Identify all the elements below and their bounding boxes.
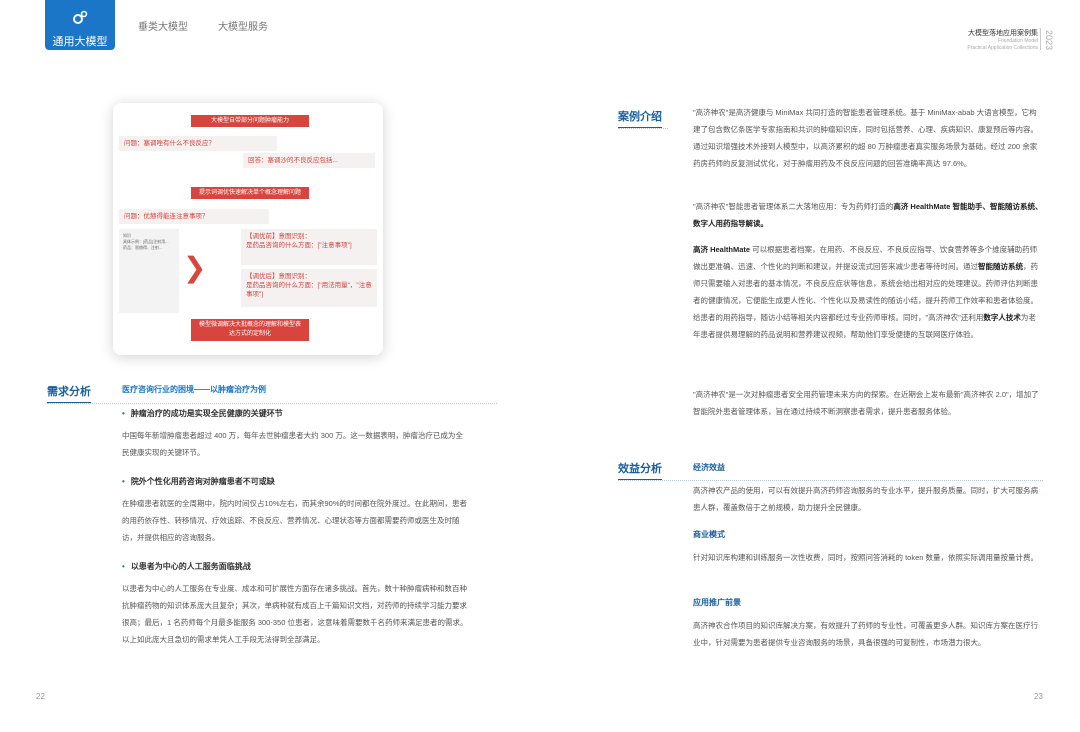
figure-red-banner-1: 大模型自带部分问题肿瘤能力 <box>191 115 309 127</box>
economic-benefit-text: 高济神农产品的使用，可以有效提升高济药师咨询服务的专业水平，提升服务质量。同时，… <box>693 486 1038 512</box>
bullet-3: 以患者为中心的人工服务面临挑战 <box>122 561 251 572</box>
section-demand-analysis: 需求分析 <box>47 383 91 403</box>
case-paragraph-4: "高济神农"是一次对肿瘤患者安全用药管理未来方向的探索。在近期会上发布最新"高济… <box>693 390 1039 416</box>
header-title-en-1: Foundation Model <box>997 38 1038 44</box>
divider <box>618 128 668 129</box>
figure-red-banner-2: 提示词调优快速解决单个概念理解问题 <box>191 187 309 199</box>
section-case-intro: 案例介绍 <box>618 108 662 128</box>
gear-icon <box>73 10 88 24</box>
chevron-right-icon: ❯ <box>183 252 207 283</box>
paragraph-1: 中国每年新增肿瘤患者超过 400 万，每年去世肿瘤患者大约 300 万。这一数据… <box>122 431 463 457</box>
header-year: 2023 <box>1040 28 1054 50</box>
header-title-en-2: Practical Application Collections <box>967 45 1038 51</box>
figure-red-banner-3: 模型微调解决大批概念的理解和模型表 达方式的定制化 <box>191 319 309 341</box>
tab-general-model[interactable]: 通用大模型 <box>45 0 115 50</box>
bullet-2: 院外个性化用药咨询对肿瘤患者不可或缺 <box>122 476 275 487</box>
page-number-left: 22 <box>36 692 45 701</box>
paragraph-2: 在肿瘤患者就医的全周期中，院内时间仅占10%左右，而其余90%的时间都在院外度过… <box>122 499 468 542</box>
figure-question-1: 问题：塞调唑有什么不良反应？ <box>119 136 277 151</box>
promotion-prospect-title: 应用推广前景 <box>693 598 741 607</box>
case-paragraph-1: "高济神农"是高济健康与 MiniMax 共同打造的智能患者管理系统。基于 Mi… <box>693 108 1038 168</box>
page-number-right: 23 <box>1034 692 1043 701</box>
economic-benefit-title: 经济效益 <box>693 463 725 472</box>
section-benefit-analysis: 效益分析 <box>618 460 662 480</box>
tab-model-service[interactable]: 大模型服务 <box>218 18 268 33</box>
left-subtitle: 医疗咨询行业的困境——以肿瘤治疗为例 <box>122 385 266 394</box>
tab-vertical-model[interactable]: 垂类大模型 <box>138 18 188 33</box>
divider <box>618 480 1043 481</box>
figure-question-2: 问题：优赫得能连注意事项？ <box>119 209 269 224</box>
figure-knowledge-snippet: 知识 具体示例：[药品]注射用... 药品：恩赫得、注射... <box>119 229 179 313</box>
header-title-block: 大模型落地应用案例集 Foundation Model Practical Ap… <box>967 28 1054 52</box>
case-paragraph-3: 高济 HealthMate 可以根据患者档案，在用药、不良反应、不良反应指导、饮… <box>693 245 1038 339</box>
header-title-cn: 大模型落地应用案例集 <box>968 30 1038 37</box>
divider <box>47 403 497 404</box>
business-model-text: 针对知识库构建和训练服务一次性收费，同时，按照问答消耗的 token 数量，依照… <box>693 553 1039 562</box>
tab-general-model-label: 通用大模型 <box>52 36 108 48</box>
bullet-1: 肿瘤治疗的成功是实现全民健康的关键环节 <box>122 408 283 419</box>
promotion-prospect-text: 高济神农合作项目的知识库解决方案，有效提升了药师的专业性，可覆盖更多人群。知识库… <box>693 621 1038 647</box>
figure-before-tuning: 【调优前】意图识别： 是药品咨询的什么方面：["注意事项"] <box>241 229 377 265</box>
figure-card: 大模型自带部分问题肿瘤能力 问题：塞调唑有什么不良反应？ 回答：塞调沙的不良反应… <box>113 103 383 355</box>
case-paragraph-2: "高济神农"智能患者管理体系二大落地应用：专为药师打造的高济 HealthMat… <box>693 202 1043 228</box>
paragraph-3: 以患者为中心的人工服务在专业度、成本和可扩展性方面存在诸多挑战。首先，数十种肿瘤… <box>122 584 468 644</box>
figure-answer-1: 回答：塞调沙的不良反应包括... <box>243 153 375 168</box>
figure-after-tuning: 【调优后】意图识别： 是药品咨询的什么方面：["用法用量"，"注意事项"] <box>241 269 377 307</box>
business-model-title: 商业模式 <box>693 530 725 539</box>
